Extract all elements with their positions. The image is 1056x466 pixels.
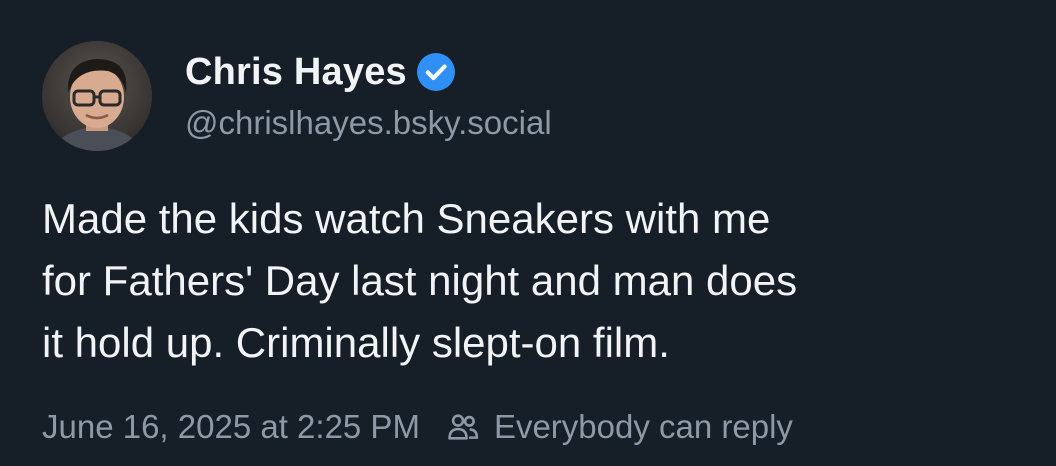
- post-text-line: it hold up. Criminally slept-on film.: [42, 319, 670, 366]
- post-text-line: Made the kids watch Sneakers with me: [42, 195, 771, 242]
- author-name-row: Chris Hayes: [185, 48, 455, 96]
- post-card: Chris Hayes @chrislhayes.bsky.social Mad…: [0, 0, 1056, 466]
- post-timestamp[interactable]: June 16, 2025 at 2:25 PM: [42, 408, 420, 446]
- post-meta: June 16, 2025 at 2:25 PM Everybody can r…: [42, 408, 793, 446]
- reply-setting: Everybody can reply: [446, 408, 793, 446]
- author-avatar[interactable]: [42, 41, 152, 151]
- avatar-photo: [42, 41, 152, 151]
- author-handle[interactable]: @chrislhayes.bsky.social: [185, 104, 552, 142]
- author-display-name[interactable]: Chris Hayes: [185, 51, 407, 94]
- reply-setting-label: Everybody can reply: [493, 408, 793, 445]
- verified-check-icon: [416, 53, 455, 91]
- people-icon: [446, 410, 480, 444]
- post-text: Made the kids watch Sneakers with me for…: [42, 188, 1032, 374]
- post-text-line: for Fathers' Day last night and man does: [42, 257, 798, 304]
